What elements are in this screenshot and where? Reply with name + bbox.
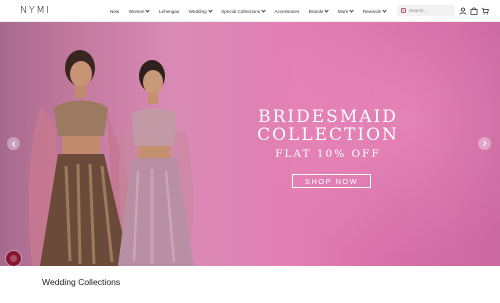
search-input[interactable] (409, 8, 453, 13)
camera-icon[interactable] (401, 8, 406, 13)
cart-icon[interactable] (481, 7, 489, 15)
nav-item-new[interactable]: New (110, 7, 119, 16)
hero-title-line2: COLLECTION (257, 125, 399, 145)
chevron-down-icon (261, 8, 266, 13)
nav-item-wedding[interactable]: Wedding (188, 7, 213, 16)
nav-item-label: Lehengas (158, 9, 180, 14)
nav-item-label: Women (128, 9, 145, 14)
main-nav: New Women Lehengas Wedding Special Colle… (110, 7, 395, 16)
nav-item-label: Rewards (362, 9, 381, 14)
carousel-next-button[interactable] (478, 137, 491, 150)
chat-widget-button[interactable] (6, 251, 21, 266)
nav-item-women[interactable]: Women (128, 7, 151, 16)
hero-banner[interactable]: BRIDESMAID COLLECTION FLAT 10% OFF SHOP … (0, 22, 500, 266)
nav-item-label: Brands (308, 9, 324, 14)
user-icon[interactable] (459, 7, 467, 15)
bag-icon[interactable] (470, 7, 478, 15)
nav-item-label: More (337, 9, 349, 14)
chevron-down-icon (382, 8, 387, 13)
chevron-left-icon (11, 141, 17, 146)
nav-item-label: Wedding (188, 9, 207, 14)
hero-title: BRIDESMAID COLLECTION (255, 108, 401, 144)
nav-item-more[interactable]: More (337, 7, 354, 16)
nav-item-accessories[interactable]: Accessories (275, 7, 300, 16)
chevron-down-icon (349, 8, 354, 13)
chevron-right-icon (481, 141, 487, 146)
hero-subtitle: FLAT 10% OFF (275, 148, 381, 160)
shop-now-button[interactable]: SHOP NOW (292, 174, 371, 188)
hero-title-line1: BRIDESMAID (258, 107, 398, 127)
section-title: Wedding Collections (42, 277, 121, 287)
nav-item-rewards[interactable]: Rewards (362, 7, 387, 16)
nav-item-label: Special Collections (221, 9, 261, 14)
nav-item-lehengas[interactable]: Lehengas (159, 7, 179, 16)
site-header: NYMI New Women Lehengas Wedding Special … (0, 0, 500, 22)
nav-item-special-collections[interactable]: Special Collections (221, 7, 266, 16)
chevron-down-icon (145, 8, 151, 13)
chevron-down-icon (208, 8, 213, 13)
brand-logo[interactable]: NYMI (20, 5, 50, 16)
hero-models-image (28, 50, 194, 266)
search-bar[interactable] (397, 5, 455, 16)
nav-item-label: New (110, 9, 120, 14)
nav-item-label: Accessories (274, 9, 300, 14)
carousel-prev-button[interactable] (7, 137, 20, 150)
nav-item-brands[interactable]: Brands (309, 7, 329, 16)
chevron-down-icon (324, 8, 329, 13)
